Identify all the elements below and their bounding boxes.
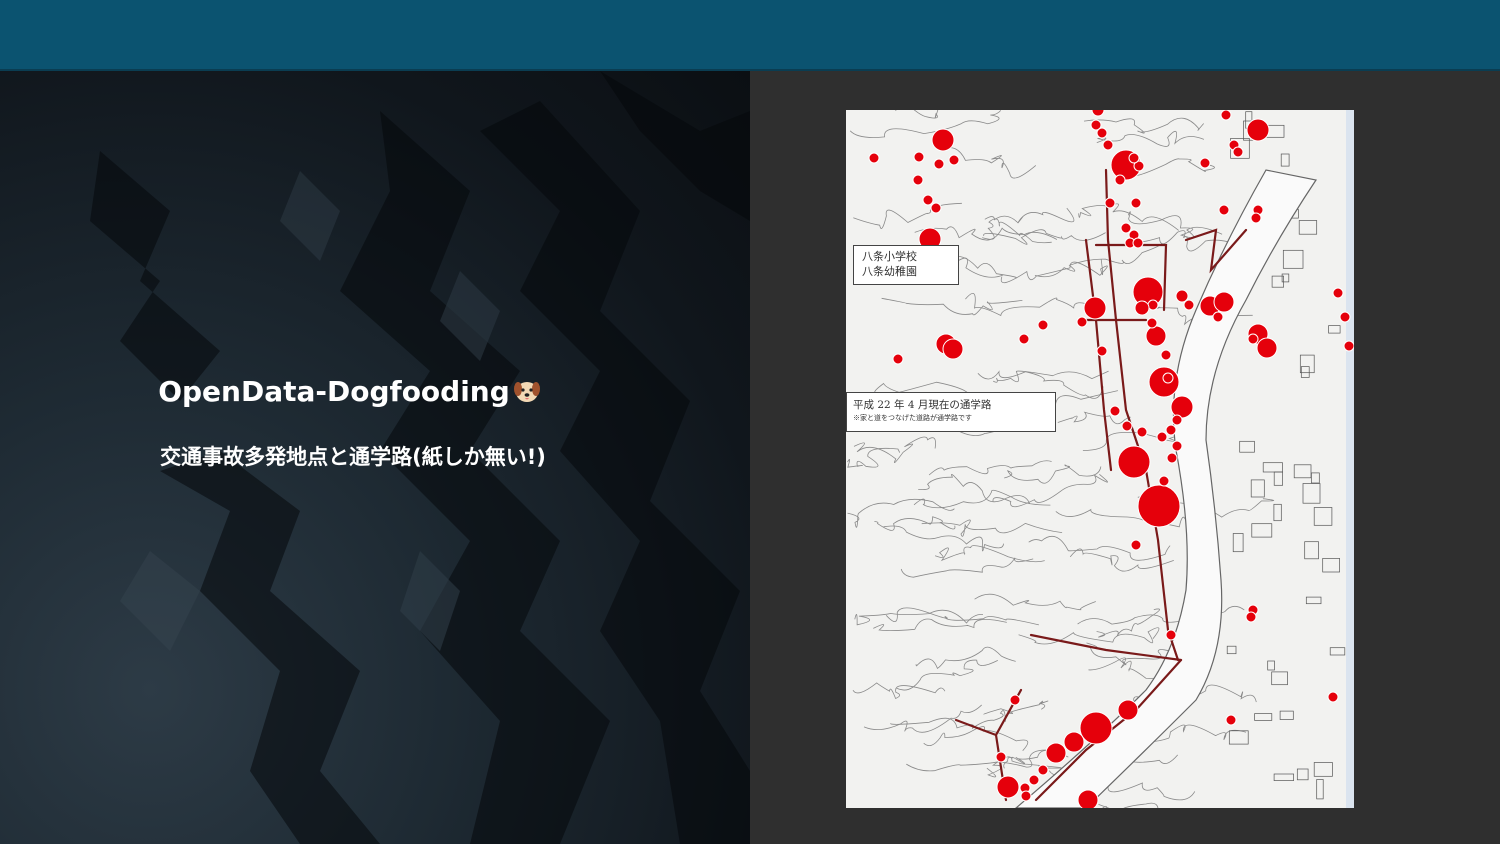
- accident-marker: [1165, 629, 1177, 641]
- slide-subtitle: 交通事故多発地点と通学路(紙しか無い!): [160, 445, 546, 469]
- accident-marker: [995, 751, 1007, 763]
- accident-marker: [1213, 291, 1235, 313]
- accident-marker: [1250, 212, 1262, 224]
- accident-marker: [1117, 699, 1139, 721]
- accident-marker: [930, 202, 942, 214]
- terrain-background-panel: OpenData-Dogfooding 交通事故多発地点と通学路(紙しか無い!): [0, 71, 750, 844]
- school-legend: 八条小学校 八条幼稚園: [853, 245, 959, 285]
- map-drawing: [846, 110, 1354, 808]
- accident-marker: [1104, 197, 1116, 209]
- accident-marker: [1171, 440, 1183, 452]
- accident-marker: [1128, 152, 1140, 164]
- school-legend-line-2: 八条幼稚園: [862, 265, 917, 278]
- accident-marker: [1158, 475, 1170, 487]
- top-header-bar: [0, 0, 1500, 71]
- accident-marker: [1096, 345, 1108, 357]
- accident-marker: [1121, 420, 1133, 432]
- accident-marker: [1212, 311, 1224, 323]
- accident-marker: [1175, 289, 1189, 303]
- accident-marker: [1246, 118, 1270, 142]
- accident-marker: [1327, 691, 1339, 703]
- accident-marker: [1020, 790, 1032, 802]
- accident-marker: [1117, 445, 1151, 479]
- accident-marker: [942, 338, 964, 360]
- accident-marker: [1102, 139, 1114, 151]
- accident-marker: [1146, 317, 1158, 329]
- accident-marker: [1343, 340, 1354, 352]
- accident-marker: [1109, 405, 1121, 417]
- accident-marker: [922, 194, 934, 206]
- accident-marker: [1220, 110, 1232, 121]
- accident-marker: [1083, 296, 1107, 320]
- accident-marker: [1063, 731, 1085, 753]
- accident-marker: [868, 152, 880, 164]
- accident-marker: [1245, 611, 1257, 623]
- accident-marker: [1132, 237, 1144, 249]
- dog-icon: [512, 376, 542, 406]
- route-legend-title: 平成 22 年 4 月現在の通学路: [853, 399, 992, 411]
- accident-marker: [1096, 127, 1108, 139]
- accident-marker: [1077, 789, 1099, 808]
- accident-marker: [1136, 426, 1148, 438]
- accident-marker: [1256, 337, 1278, 359]
- accident-marker: [892, 353, 904, 365]
- accident-marker: [1145, 325, 1167, 347]
- accident-marker: [1130, 539, 1142, 551]
- accident-marker: [1018, 333, 1030, 345]
- accident-marker: [1037, 319, 1049, 331]
- accident-marker: [1009, 694, 1021, 706]
- accident-marker: [1247, 333, 1259, 345]
- accident-marker: [1339, 311, 1351, 323]
- accident-marker: [1199, 157, 1211, 169]
- accident-marker: [1114, 174, 1126, 186]
- accident-marker: [1162, 372, 1174, 384]
- accident-marker: [1160, 349, 1172, 361]
- accident-marker: [1045, 742, 1067, 764]
- accident-marker: [1148, 366, 1180, 398]
- accident-marker: [1232, 146, 1244, 158]
- accident-marker: [1166, 452, 1178, 464]
- accident-marker: [1137, 484, 1181, 528]
- slide-title-text: OpenData-Dogfooding: [158, 375, 510, 408]
- accident-marker: [1183, 299, 1195, 311]
- accident-marker: [996, 775, 1020, 799]
- accident-marker: [1171, 414, 1183, 426]
- accident-marker: [1147, 299, 1159, 311]
- accident-marker: [1079, 711, 1113, 745]
- route-legend: 平成 22 年 4 月現在の通学路 ※家と道をつなげた道路が通学路です: [846, 392, 1056, 432]
- accident-marker: [1156, 431, 1168, 443]
- accident-marker: [933, 158, 945, 170]
- accident-marker: [1170, 395, 1194, 419]
- accident-marker: [931, 128, 955, 152]
- accident-marker: [1120, 222, 1132, 234]
- accident-marker: [1165, 424, 1177, 436]
- accident-marker: [912, 174, 924, 186]
- accident-marker: [1130, 197, 1142, 209]
- accident-marker: [1076, 316, 1088, 328]
- accident-marker: [948, 154, 960, 166]
- accident-marker: [913, 151, 925, 163]
- accident-marker: [1037, 764, 1049, 776]
- accident-marker: [1332, 287, 1344, 299]
- accident-marker: [1225, 714, 1237, 726]
- accident-marker: [1218, 204, 1230, 216]
- school-legend-line-1: 八条小学校: [862, 250, 917, 263]
- route-legend-note: ※家と道をつなげた道路が通学路です: [853, 414, 972, 422]
- slide-title: OpenData-Dogfooding: [0, 375, 700, 408]
- accident-route-map: 八条小学校 八条幼稚園 平成 22 年 4 月現在の通学路 ※家と道をつなげた道…: [846, 110, 1354, 808]
- accident-marker: [1028, 774, 1040, 786]
- accident-marker: [1134, 300, 1150, 316]
